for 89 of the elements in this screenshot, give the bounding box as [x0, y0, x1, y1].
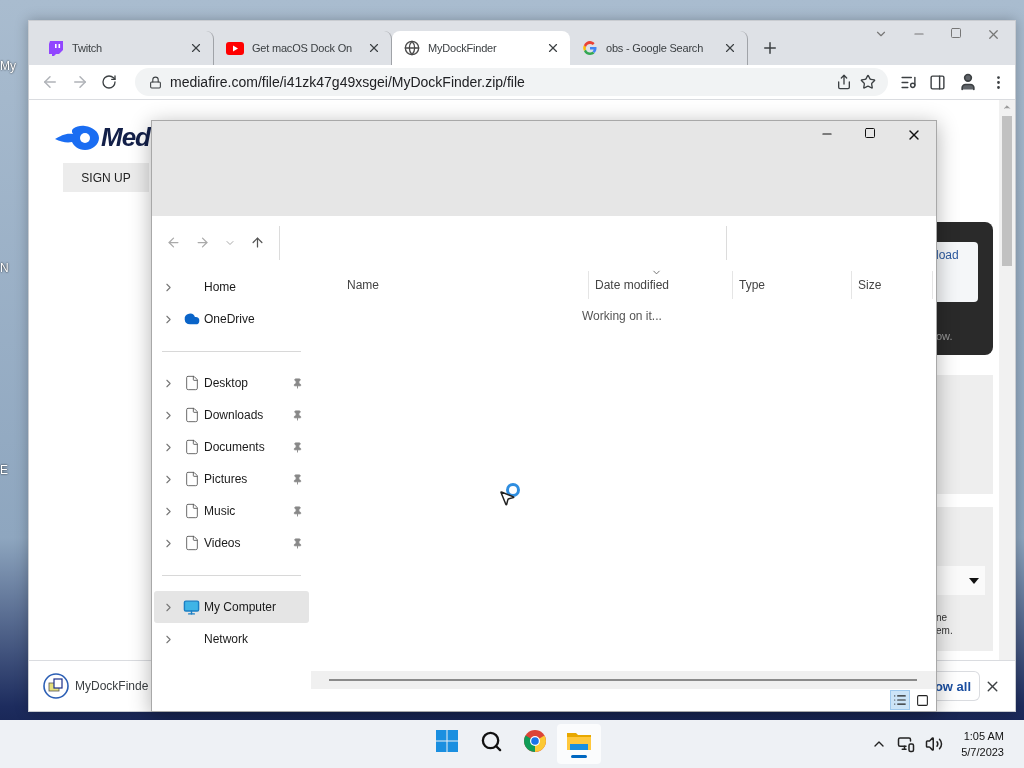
- caret-icon: [969, 577, 979, 584]
- sign-up-button[interactable]: SIGN UP: [63, 163, 149, 192]
- sidebar-item[interactable]: Documents: [154, 431, 309, 463]
- close-icon[interactable]: [723, 41, 737, 55]
- cloud-icon: [183, 311, 200, 327]
- file-icon: [183, 503, 200, 519]
- windows-icon: [435, 729, 459, 753]
- sidebar-item[interactable]: Music: [154, 495, 309, 527]
- status-text: Working on it...: [582, 309, 662, 323]
- browser-tab[interactable]: MyDockFinder: [392, 31, 570, 65]
- pin-icon: [292, 505, 303, 517]
- download-file-name[interactable]: MyDockFinde: [75, 679, 149, 693]
- sidebar-item[interactable]: Network: [154, 623, 309, 655]
- logo-text: Med: [101, 122, 150, 153]
- pin-icon: [292, 441, 303, 453]
- scroll-up-icon[interactable]: [1002, 102, 1012, 112]
- loading-icon: [505, 482, 521, 498]
- forward-icon[interactable]: [195, 235, 210, 250]
- tab-title: Get macOS Dock On: [252, 42, 353, 54]
- scroll-thumb[interactable]: [1002, 116, 1012, 266]
- up-icon[interactable]: [250, 235, 265, 250]
- desktop-icon-label: N: [0, 260, 10, 276]
- column-header[interactable]: Size: [852, 271, 933, 299]
- search-icon: [479, 729, 503, 753]
- volume-icon[interactable]: [925, 735, 944, 753]
- sidebar-item[interactable]: Downloads: [154, 399, 309, 431]
- list-icon: [893, 693, 907, 707]
- cursor-icon: [498, 489, 516, 507]
- twitch-icon: [48, 40, 64, 56]
- back-icon[interactable]: [41, 73, 59, 91]
- lock-icon: [149, 75, 162, 89]
- scrollbar[interactable]: [999, 100, 1015, 660]
- share-icon[interactable]: [836, 74, 852, 90]
- close-icon[interactable]: [189, 41, 203, 55]
- close-icon[interactable]: [367, 41, 381, 55]
- bookmark-star-icon[interactable]: [860, 74, 876, 90]
- sidebar-item[interactable]: Home: [154, 271, 309, 303]
- sidebar-item[interactable]: Videos: [154, 527, 309, 559]
- sidebar-item[interactable]: Pictures: [154, 463, 309, 495]
- globe-icon: [404, 40, 420, 56]
- file-icon: [183, 375, 200, 391]
- file-icon: [183, 535, 200, 551]
- panel-note: ow.: [936, 330, 954, 342]
- browser-tab[interactable]: Twitch: [36, 31, 214, 65]
- column-header[interactable]: Name: [341, 271, 589, 299]
- back-icon[interactable]: [166, 235, 181, 250]
- details-view-button[interactable]: [890, 690, 910, 710]
- forward-icon[interactable]: [71, 73, 89, 91]
- browser-tab[interactable]: Get macOS Dock On: [214, 31, 392, 65]
- horizontal-scrollbar[interactable]: [311, 671, 936, 689]
- zip-file-icon: [43, 673, 69, 699]
- file-icon: [183, 439, 200, 455]
- column-header[interactable]: Type: [733, 271, 852, 299]
- pin-icon: [292, 537, 303, 549]
- youtube-icon: [226, 41, 244, 55]
- desktop-icon-label: My: [0, 58, 17, 74]
- square-icon: [915, 693, 929, 707]
- tab-title: Twitch: [72, 42, 103, 54]
- side-panel-icon[interactable]: [929, 73, 946, 91]
- dropdown[interactable]: [936, 566, 985, 595]
- download-button[interactable]: load: [936, 242, 978, 302]
- profile-icon[interactable]: [958, 72, 978, 92]
- monitor-icon: [183, 598, 200, 616]
- maximize-icon[interactable]: [864, 127, 876, 139]
- new-tab-icon[interactable]: [761, 39, 779, 57]
- pin-icon: [292, 409, 303, 421]
- sidebar-item[interactable]: My Computer: [154, 591, 309, 623]
- file-icon: [183, 407, 200, 423]
- file-icon: [183, 471, 200, 487]
- tab-title: obs - Google Search: [606, 42, 705, 54]
- column-header[interactable]: Date modified: [589, 271, 733, 299]
- folder-icon: [566, 730, 592, 752]
- form-text: ne: [936, 611, 949, 624]
- reload-icon[interactable]: [101, 74, 117, 90]
- pin-icon: [292, 377, 303, 389]
- sidebar-item[interactable]: OneDrive: [154, 303, 309, 335]
- desktop-icon-label: E: [0, 462, 9, 478]
- clock[interactable]: 1:05 AM 5/7/2023: [961, 728, 1004, 760]
- address-bar[interactable]: mediafire.com/file/i41zk47g49xsgei/MyDockFinder.zip/file: [135, 68, 888, 96]
- url-text: mediafire.com/file/i41zk47g49xsgei/MyDockFinder.zip/file: [170, 74, 526, 90]
- sidebar-item[interactable]: Desktop: [154, 367, 309, 399]
- close-icon[interactable]: [546, 41, 560, 55]
- flame-logo-icon: [55, 124, 99, 151]
- chrome-icon: [523, 729, 547, 753]
- google-icon: [582, 40, 598, 56]
- tab-title: MyDockFinder: [428, 42, 498, 54]
- pin-icon: [292, 473, 303, 485]
- browser-tab[interactable]: obs - Google Search: [570, 31, 748, 65]
- network-icon[interactable]: [897, 735, 916, 753]
